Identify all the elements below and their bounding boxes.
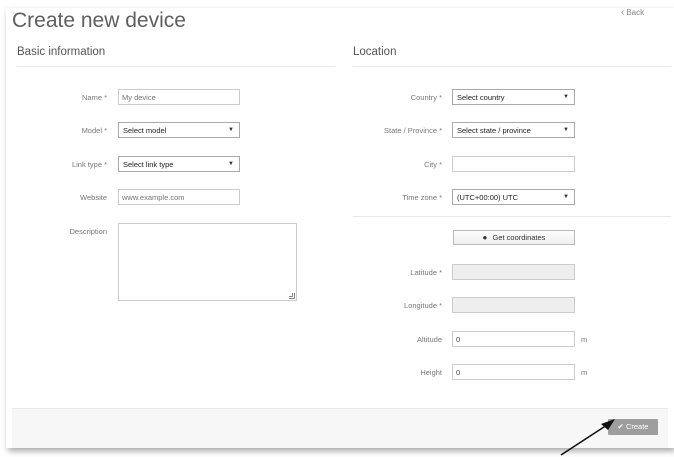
resize-handle-icon[interactable] — [289, 293, 295, 299]
name-input[interactable] — [118, 89, 240, 105]
website-label: Website — [80, 193, 107, 202]
link-type-select-value: Select link type — [123, 160, 174, 169]
dropdown-arrow-icon: ▼ — [563, 127, 569, 133]
timezone-select-value: (UTC+00:00) UTC — [457, 193, 519, 202]
height-unit: m — [581, 368, 588, 377]
latitude-input[interactable] — [452, 264, 575, 280]
link-type-select[interactable]: Select link type ▼ — [118, 156, 240, 172]
altitude-input[interactable] — [452, 331, 575, 347]
link-type-label: Link type * — [71, 160, 107, 169]
website-input[interactable] — [118, 189, 240, 205]
location-divider — [353, 66, 671, 67]
dropdown-arrow-icon: ▼ — [563, 194, 569, 200]
location-title: Location — [353, 46, 397, 58]
basic-info-divider — [17, 66, 335, 67]
model-select[interactable]: Select model ▼ — [118, 122, 240, 138]
create-label: Create — [625, 422, 649, 431]
chevron-left-icon: ‹ — [621, 7, 625, 18]
page-title: Create new device — [12, 9, 186, 32]
name-label: Name * — [81, 93, 107, 102]
globe-icon: ● — [482, 233, 488, 242]
get-coordinates-button[interactable]: ● Get coordinates — [453, 230, 575, 245]
city-input[interactable] — [452, 156, 575, 172]
model-select-value: Select model — [123, 126, 167, 135]
model-label: Model * — [81, 126, 107, 135]
back-label: Back — [626, 8, 645, 17]
dropdown-arrow-icon: ▼ — [228, 127, 234, 133]
location-mid-divider — [353, 216, 671, 217]
country-select[interactable]: Select country ▼ — [452, 89, 575, 105]
pointer-arrow-icon — [560, 419, 615, 456]
state-select-value: Select state / province — [457, 126, 531, 135]
altitude-unit: m — [581, 335, 588, 344]
height-input[interactable] — [452, 364, 575, 380]
longitude-label: Longitude * — [404, 301, 442, 310]
height-label: Height — [420, 368, 442, 377]
description-label: Description — [69, 227, 107, 236]
timezone-select[interactable]: (UTC+00:00) UTC ▼ — [452, 189, 575, 205]
longitude-input[interactable] — [452, 297, 575, 313]
description-textarea[interactable] — [118, 223, 297, 301]
dropdown-arrow-icon: ▼ — [563, 94, 569, 100]
state-label: State / Province * — [384, 126, 442, 135]
dropdown-arrow-icon: ▼ — [228, 161, 234, 167]
altitude-label: Altitude — [416, 335, 442, 344]
get-coordinates-label: Get coordinates — [492, 233, 546, 242]
city-label: City * — [424, 160, 442, 169]
basic-info-title: Basic information — [17, 46, 106, 58]
back-link[interactable]: ‹ Back — [621, 7, 644, 18]
country-label: Country * — [410, 93, 442, 102]
latitude-label: Latitude * — [410, 268, 442, 277]
state-select[interactable]: Select state / province ▼ — [452, 122, 575, 138]
timezone-label: Time zone * — [402, 193, 442, 202]
country-select-value: Select country — [457, 93, 505, 102]
